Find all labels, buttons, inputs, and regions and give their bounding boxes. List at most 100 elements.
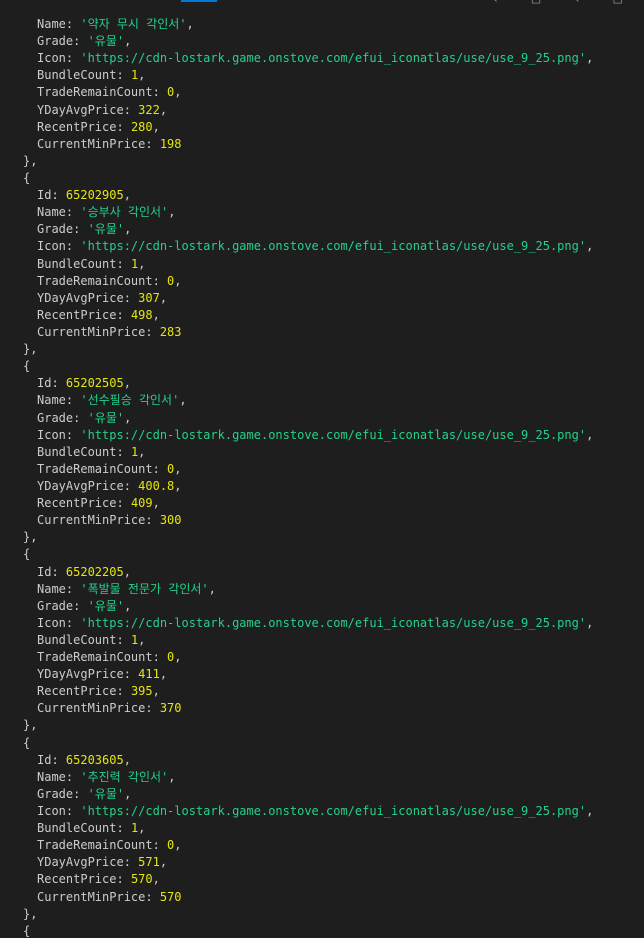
number-value: 570 [159, 889, 182, 904]
field-key: Grade [37, 410, 74, 425]
brace-text: }, [23, 530, 38, 545]
output-line-field-ydayavgprice: YDayAvgPrice: 571, [37, 855, 168, 870]
output-line-field-icon: Icon: 'https://cdn-lostark.game.onstove.… [37, 804, 594, 819]
string-value: 'https://cdn-lostark.game.onstove.com/ef… [80, 804, 587, 819]
output-line-field-id: Id: 65203605, [37, 752, 131, 767]
field-key: CurrentMinPrice [37, 889, 146, 904]
output-line-field-id: Id: 65202205, [37, 564, 131, 579]
object-close-brace: }, [0, 153, 644, 170]
output-line-field-recentprice: RecentPrice: 280, [37, 119, 160, 134]
output-line-field-traderemaincount: TradeRemainCount: 0, [37, 85, 182, 100]
output-line-field-name: Name: '추진력 각인서', [37, 769, 176, 784]
output-line-field-bundlecount: BundleCount: 1, [37, 68, 146, 83]
field-key: Name [37, 581, 66, 596]
string-value: '선수필승 각인서' [80, 393, 180, 408]
output-line-field-name: Name: '폭발물 전문가 각인서', [37, 581, 216, 596]
terminal-output[interactable]: ‹ □ ‹ □ Name: '약자 무시 각인서', Grade: '유물', Ic… [0, 0, 644, 938]
field-key: RecentPrice [37, 119, 117, 134]
output-line-field-grade: Grade: '유물', [37, 222, 132, 237]
field-key: Grade [37, 598, 74, 613]
output-line-field-ydayavgprice: YDayAvgPrice: 307, [37, 290, 168, 305]
object-close-brace: }, [0, 529, 644, 546]
string-value: 'https://cdn-lostark.game.onstove.com/ef… [80, 615, 587, 630]
brace-text: }, [23, 718, 38, 733]
object-open-brace: { [0, 170, 644, 187]
field-key: Name [37, 769, 66, 784]
number-value: 280 [130, 119, 153, 134]
field-key: TradeRemainCount [37, 273, 153, 288]
output-lines: Name: '약자 무시 각인서', Grade: '유물', Icon: 'htt… [0, 16, 644, 938]
field-key: CurrentMinPrice [37, 701, 146, 716]
number-value: 570 [130, 872, 153, 887]
field-key: Name [37, 393, 66, 408]
number-value: 322 [138, 102, 160, 117]
number-value: 283 [159, 324, 182, 339]
output-line-field-recentprice: RecentPrice: 570, [37, 872, 160, 887]
output-line-field-ydayavgprice: YDayAvgPrice: 400.8, [37, 478, 182, 493]
output-line-field-recentprice: RecentPrice: 498, [37, 307, 160, 322]
output-line-field-id: Id: 65202505, [37, 376, 131, 391]
output-line-field-currentminprice: CurrentMinPrice: 283 [37, 324, 182, 339]
number-value: 409 [130, 496, 153, 511]
field-key: Icon [37, 427, 66, 442]
object-open-brace: { [0, 358, 644, 375]
number-value: 300 [159, 513, 182, 528]
output-line-field-name: Name: '선수필승 각인서', [37, 393, 187, 408]
field-key: Grade [37, 786, 74, 801]
field-key: YDayAvgPrice [37, 667, 124, 682]
output-line-field-grade: Grade: '유물', [37, 598, 132, 613]
output-line-field-grade: Grade: '유물', [37, 410, 132, 425]
brace-text: }, [23, 906, 38, 921]
field-key: YDayAvgPrice [37, 102, 124, 117]
brace-text: }, [23, 153, 38, 168]
output-line-field-currentminprice: CurrentMinPrice: 198 [37, 136, 182, 151]
brace-text: { [23, 359, 31, 374]
output-line-field-currentminprice: CurrentMinPrice: 370 [37, 701, 182, 716]
number-value: 65203605 [65, 752, 124, 767]
string-value: '승부사 각인서' [80, 205, 169, 220]
string-value: '약자 무시 각인서' [80, 17, 187, 31]
output-line-field-grade: Grade: '유물', [37, 34, 132, 49]
number-value: 400.8 [138, 478, 175, 493]
field-key: RecentPrice [37, 684, 117, 699]
number-value: 370 [159, 701, 182, 716]
output-line-field-bundlecount: BundleCount: 1, [37, 821, 146, 836]
field-key: Grade [37, 222, 74, 237]
output-line-field-traderemaincount: TradeRemainCount: 0, [37, 273, 182, 288]
number-value: 571 [138, 855, 160, 870]
string-value: 'https://cdn-lostark.game.onstove.com/ef… [80, 427, 587, 442]
object-open-brace: { [0, 735, 644, 752]
field-key: Id [37, 564, 52, 579]
field-key: Icon [37, 51, 66, 66]
output-line-field-currentminprice: CurrentMinPrice: 570 [37, 889, 182, 904]
field-key: Icon [37, 804, 66, 819]
field-key: CurrentMinPrice [37, 324, 146, 339]
output-line-field-bundlecount: BundleCount: 1, [37, 256, 146, 271]
field-key: BundleCount [37, 821, 117, 836]
field-key: TradeRemainCount [37, 85, 153, 100]
output-line-field-traderemaincount: TradeRemainCount: 0, [37, 838, 182, 853]
field-key: Id [37, 752, 52, 767]
output-line-field-traderemaincount: TradeRemainCount: 0, [37, 461, 182, 476]
number-value: 65202205 [65, 564, 124, 579]
brace-text: { [23, 735, 31, 750]
field-key: TradeRemainCount [37, 838, 153, 853]
string-value: '유물' [87, 598, 125, 613]
string-value: '추진력 각인서' [80, 769, 169, 784]
field-key: Id [37, 188, 52, 203]
field-key: Grade [37, 34, 74, 49]
field-key: Id [37, 376, 52, 391]
field-key: BundleCount [37, 256, 117, 271]
active-tab-indicator [181, 0, 217, 2]
number-value: 198 [159, 136, 182, 151]
object-close-brace: }, [0, 341, 644, 358]
output-line-field-recentprice: RecentPrice: 409, [37, 496, 160, 511]
brace-text: { [23, 170, 31, 185]
object-close-brace: }, [0, 906, 644, 923]
field-key: BundleCount [37, 444, 117, 459]
object-open-brace: { [0, 546, 644, 563]
window-controls[interactable]: ‹ □ ‹ □ [491, 0, 634, 7]
string-value: 'https://cdn-lostark.game.onstove.com/ef… [80, 239, 587, 254]
field-key: BundleCount [37, 68, 117, 83]
field-key: CurrentMinPrice [37, 136, 146, 151]
